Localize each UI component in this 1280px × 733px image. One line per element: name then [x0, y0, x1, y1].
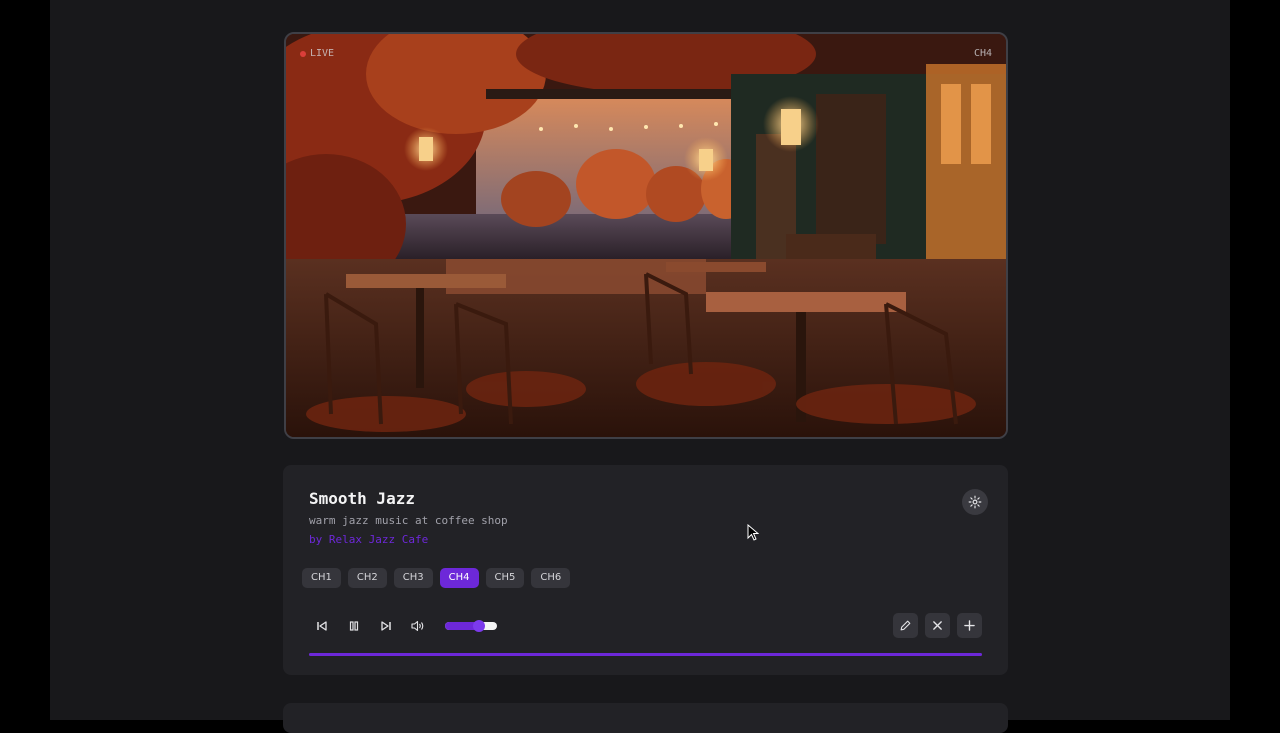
pause-button[interactable] — [345, 617, 363, 635]
progress-fill — [309, 653, 982, 656]
channel-tab-6[interactable]: CH6 — [531, 568, 571, 588]
channel-tab-1[interactable]: CH1 — [302, 568, 341, 588]
skip-back-icon — [317, 621, 327, 631]
next-station-panel — [283, 703, 1008, 733]
station-subtitle: warm jazz music at coffee shop — [309, 514, 508, 527]
pause-icon — [349, 621, 359, 631]
gear-icon — [968, 495, 982, 509]
progress-bar[interactable] — [309, 653, 982, 656]
remove-button[interactable] — [925, 613, 950, 638]
volume-slider[interactable] — [445, 620, 497, 632]
channel-tab-5[interactable]: CH5 — [485, 568, 525, 588]
next-button[interactable] — [377, 617, 395, 635]
skip-forward-icon — [381, 621, 391, 631]
channel-tab-3[interactable]: CH3 — [393, 568, 433, 588]
close-icon — [933, 621, 942, 630]
channel-tab-4[interactable]: CH4 — [439, 568, 479, 588]
pencil-icon — [900, 620, 911, 631]
settings-button[interactable] — [962, 489, 988, 515]
current-channel-label: CH4 — [973, 48, 992, 59]
mute-button[interactable] — [409, 617, 427, 635]
channel-tabs: CH1 CH2 CH3 CH4 CH5 CH6 — [302, 568, 571, 588]
channel-tab-2[interactable]: CH2 — [347, 568, 387, 588]
station-author-link[interactable]: by Relax Jazz Cafe — [309, 533, 428, 546]
station-actions — [893, 613, 982, 638]
station-panel: Smooth Jazz warm jazz music at coffee sh… — [283, 465, 1008, 675]
volume-thumb[interactable] — [472, 620, 485, 632]
cafe-scene-image — [286, 34, 1006, 437]
live-label: LIVE — [299, 48, 335, 59]
station-title: Smooth Jazz — [309, 489, 415, 508]
video-player[interactable]: LIVE CH4 — [284, 32, 1008, 439]
playback-controls — [313, 617, 497, 635]
previous-button[interactable] — [313, 617, 331, 635]
edit-button[interactable] — [893, 613, 918, 638]
mouse-cursor-icon — [747, 524, 759, 541]
add-button[interactable] — [957, 613, 982, 638]
volume-icon — [411, 620, 424, 632]
plus-icon — [964, 620, 975, 631]
